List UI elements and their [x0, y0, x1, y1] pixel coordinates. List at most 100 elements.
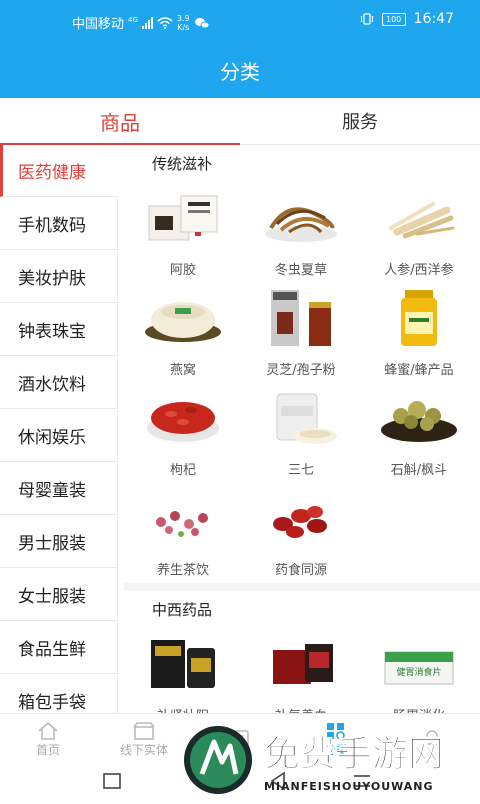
sidebar-item-menswear[interactable]: 男士服装	[0, 516, 118, 568]
goji-bowl-icon	[139, 385, 227, 451]
ginseng-icon	[375, 185, 463, 251]
watermark-subtitle: MIANFEISHOUYOUWANG	[264, 780, 434, 793]
item-label: 药食同源	[274, 563, 327, 578]
category-item-ginseng[interactable]: 人参/西洋参	[360, 183, 478, 283]
category-item-digestion[interactable]: 健胃消食片 肠胃消化	[360, 629, 478, 713]
sidebar-item-jewelry[interactable]: 钟表珠宝	[0, 304, 118, 356]
category-item-flower-tea[interactable]: 养生茶饮	[124, 483, 242, 583]
sidebar-item-label: 女士服装	[18, 587, 86, 607]
category-item-qi-blood[interactable]: 补气养血	[242, 629, 360, 713]
sidebar-item-label: 手机数码	[18, 216, 86, 236]
sidebar-item-baby[interactable]: 母婴童装	[0, 463, 118, 515]
sidebar-item-label: 箱包手袋	[18, 693, 86, 713]
tab-goods[interactable]: 商品	[0, 98, 240, 145]
category-item-cordyceps[interactable]: 冬虫夏草	[242, 183, 360, 283]
sidebar-item-health[interactable]: 医药健康	[0, 145, 118, 197]
item-label: 冬虫夏草	[274, 263, 327, 278]
item-label: 补肾壮阳	[157, 705, 209, 713]
category-item-kidney[interactable]: 补肾壮阳	[124, 629, 242, 713]
status-bar: 中国移动 4G 3.9 K/s 100 16:47	[0, 0, 480, 42]
sidebar-item-beauty[interactable]: 美妆护肤	[0, 251, 118, 303]
category-item-dendrobium[interactable]: 石斛/枫斗	[360, 383, 478, 483]
network-type: 4G	[128, 15, 138, 24]
sidebar-item-label: 钟表珠宝	[18, 322, 86, 342]
item-label: 补气养血	[275, 705, 327, 713]
category-item-sanqi[interactable]: 三七	[242, 383, 360, 483]
sidebar-item-label: 美妆护肤	[18, 269, 86, 289]
sidebar-item-label: 食品生鲜	[18, 640, 86, 660]
category-item-goji[interactable]: 枸杞	[124, 383, 242, 483]
sidebar-item-label: 医药健康	[18, 163, 86, 183]
medicine-box-icon	[139, 631, 227, 697]
signal-icon	[141, 16, 153, 29]
sidebar-item-label: 酒水饮料	[18, 375, 86, 395]
category-sidebar: 医药健康 手机数码 美妆护肤 钟表珠宝 酒水饮料 休闲娱乐 母婴童装 男士服装 …	[0, 145, 118, 713]
ejiao-box-icon	[139, 185, 227, 251]
carrier-label: 中国移动	[72, 17, 125, 32]
clock: 16:47	[413, 11, 454, 27]
vibrate-icon	[360, 13, 373, 25]
lingzhi-jar-icon	[257, 285, 345, 351]
product-grid: 补肾壮阳 补气养血 健胃消食片	[124, 629, 480, 713]
item-label: 肠胃消化	[393, 705, 445, 713]
sidebar-item-bags[interactable]: 箱包手袋	[0, 675, 118, 713]
title-bar: 分类	[0, 42, 480, 98]
item-label: 石斛/枫斗	[390, 463, 448, 478]
sidebar-item-drinks[interactable]: 酒水饮料	[0, 357, 118, 409]
sidebar-item-label: 男士服装	[18, 534, 86, 554]
sanqi-jar-icon	[257, 385, 345, 451]
section-title: 传统滋补	[152, 155, 213, 173]
medicine-box-icon	[257, 631, 345, 697]
flower-tea-icon	[139, 485, 227, 551]
category-item-red-dates[interactable]: 药食同源	[242, 483, 360, 583]
wifi-icon	[157, 16, 173, 29]
nav-label: 线下实体	[119, 742, 168, 757]
tab-services[interactable]: 服务	[240, 98, 480, 144]
red-dates-icon	[257, 485, 345, 551]
page-title: 分类	[220, 59, 260, 84]
category-content: 传统滋补 阿胶 冬虫夏草 人参/西洋参 燕窝 灵芝/孢子粉 蜂蜜/蜂产品 枸杞 …	[124, 145, 480, 713]
recent-apps-icon[interactable]	[102, 772, 122, 790]
net-speed: 3.9 K/s	[176, 13, 190, 32]
sidebar-item-digital[interactable]: 手机数码	[0, 198, 118, 250]
item-label: 蜂蜜/蜂产品	[384, 363, 454, 378]
category-item-birdnest[interactable]: 燕窝	[124, 283, 242, 383]
item-label: 燕窝	[169, 363, 196, 378]
tab-services-label: 服务	[342, 112, 378, 133]
sidebar-item-womenswear[interactable]: 女士服装	[0, 569, 118, 621]
site-watermark: 免费手游网 MIANFEISHOUYOUWANG	[180, 718, 480, 800]
honey-jar-icon	[375, 285, 463, 351]
sidebar-item-label: 母婴童装	[18, 481, 86, 501]
category-item-honey[interactable]: 蜂蜜/蜂产品	[360, 283, 478, 383]
wechat-icon	[194, 17, 210, 28]
box-text: 健胃消食片	[396, 666, 441, 678]
item-label: 枸杞	[169, 463, 196, 478]
nav-home[interactable]: 首页	[0, 714, 96, 764]
home-icon	[38, 721, 58, 740]
battery-icon: 100	[381, 12, 406, 26]
section-traditional-tonic: 传统滋补 阿胶 冬虫夏草 人参/西洋参 燕窝 灵芝/孢子粉 蜂蜜/蜂产品 枸杞 …	[124, 145, 480, 583]
tab-goods-label: 商品	[100, 110, 140, 135]
watermark-title: 免费手游网	[264, 734, 444, 775]
sidebar-item-label: 休闲娱乐	[18, 428, 86, 448]
item-label: 人参/西洋参	[384, 263, 454, 278]
category-item-ejiao[interactable]: 阿胶	[124, 183, 242, 283]
tab-bar: 商品 服务	[0, 98, 480, 145]
item-label: 阿胶	[169, 263, 196, 278]
category-item-lingzhi[interactable]: 灵芝/孢子粉	[242, 283, 360, 383]
birdnest-icon	[139, 285, 227, 351]
store-icon	[133, 721, 155, 740]
dendrobium-bowl-icon	[375, 385, 463, 451]
item-label: 三七	[287, 463, 314, 478]
item-label: 养生茶饮	[156, 563, 209, 578]
product-grid: 阿胶 冬虫夏草 人参/西洋参 燕窝 灵芝/孢子粉 蜂蜜/蜂产品 枸杞 三七 石斛…	[124, 183, 480, 583]
section-title: 中西药品	[152, 601, 213, 619]
medicine-box-icon: 健胃消食片	[375, 631, 463, 697]
item-label: 灵芝/孢子粉	[266, 363, 336, 378]
sidebar-item-leisure[interactable]: 休闲娱乐	[0, 410, 118, 462]
nav-offline-store[interactable]: 线下实体	[96, 714, 192, 764]
sidebar-item-food[interactable]: 食品生鲜	[0, 622, 118, 674]
nav-label: 首页	[35, 742, 60, 757]
cordyceps-icon	[257, 185, 345, 251]
section-medicine: 中西药品 补肾壮阳	[124, 591, 480, 713]
